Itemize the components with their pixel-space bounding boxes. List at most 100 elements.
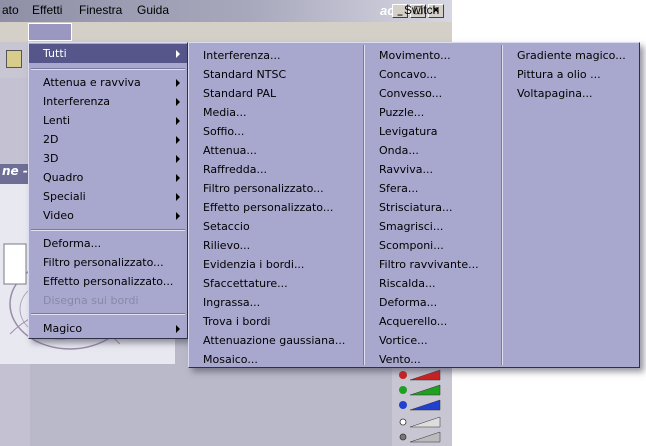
submenu-item[interactable]: Onda...: [379, 141, 419, 160]
submenu-item[interactable]: Media...: [203, 103, 247, 122]
red-channel-icon: [399, 369, 441, 381]
submenu-item[interactable]: Smagrisci...: [379, 217, 443, 236]
submenu-item[interactable]: Raffredda...: [203, 160, 267, 179]
submenu-item[interactable]: Evidenzia i bordi...: [203, 255, 304, 274]
submenu-item[interactable]: Attenuazione gaussiana...: [203, 331, 345, 350]
tutti-submenu: Interferenza... Standard NTSC Standard PAL…: [188, 42, 640, 368]
menu-item-effetto-personalizzato[interactable]: Effetto personalizzato...: [29, 272, 187, 291]
submenu-item[interactable]: Convesso...: [379, 84, 442, 103]
red-channel-slider[interactable]: [398, 369, 442, 381]
menu-item-label: Magico: [43, 322, 83, 335]
menu-item-video[interactable]: Video: [29, 206, 187, 225]
submenu-arrow-icon: [176, 193, 180, 201]
submenu-item[interactable]: Pittura a olio ...: [517, 65, 601, 84]
menu-file-partial[interactable]: ato: [2, 3, 19, 17]
menu-item-label: Quadro: [43, 171, 84, 184]
submenu-arrow-icon: [176, 136, 180, 144]
menu-item-lenti[interactable]: Lenti: [29, 111, 187, 130]
menu-item-label: Interferenza: [43, 95, 110, 108]
blue-channel-slider[interactable]: [398, 399, 442, 411]
submenu-item[interactable]: Levigatura: [379, 122, 438, 141]
contrast-slider[interactable]: [398, 431, 442, 443]
menu-guida[interactable]: Guida: [137, 3, 169, 17]
submenu-item[interactable]: Deforma...: [379, 293, 437, 312]
minimize-icon: _: [397, 5, 403, 16]
submenu-item[interactable]: Filtro ravvivante...: [379, 255, 479, 274]
title-bar[interactable]: act SE: [0, 0, 452, 22]
submenu-item[interactable]: Ingrassa...: [203, 293, 260, 312]
menu-item-label: Filtro personalizzato...: [43, 256, 164, 269]
submenu-item[interactable]: Setaccio: [203, 217, 250, 236]
submenu-arrow-icon: [176, 117, 180, 125]
submenu-item[interactable]: Attenua...: [203, 141, 257, 160]
green-channel-slider[interactable]: [398, 384, 442, 396]
menu-finestra[interactable]: Finestra: [79, 3, 122, 17]
green-channel-icon: [399, 384, 441, 396]
brightness-slider[interactable]: [398, 416, 442, 428]
submenu-item[interactable]: Voltapagina...: [517, 84, 592, 103]
submenu-item[interactable]: Riscalda...: [379, 274, 436, 293]
menu-item-magico[interactable]: Magico: [29, 319, 187, 338]
submenu-item[interactable]: Strisciatura...: [379, 198, 453, 217]
submenu-arrow-icon: [176, 50, 180, 58]
submenu-column-2: Movimento... Concavo... Convesso... Puzzle.…: [365, 43, 501, 367]
menu-item-speciali[interactable]: Speciali: [29, 187, 187, 206]
submenu-arrow-icon: [176, 325, 180, 333]
menu-item-label: Lenti: [43, 114, 71, 127]
menu-item-disegna-sui-bordi: Disegna sui bordi: [29, 291, 187, 310]
menu-effetti[interactable]: Effetti: [32, 3, 62, 17]
submenu-item[interactable]: Standard PAL: [203, 84, 276, 103]
submenu-item[interactable]: Movimento...: [379, 46, 451, 65]
submenu-column-1: Interferenza... Standard NTSC Standard PAL…: [189, 43, 363, 367]
submenu-item[interactable]: Puzzle...: [379, 103, 424, 122]
submenu-item[interactable]: Mosaico...: [203, 350, 258, 369]
submenu-item[interactable]: Filtro personalizzato...: [203, 179, 324, 198]
switch-button[interactable]: Switch: [404, 3, 439, 17]
menu-item-label: Tutti: [43, 47, 67, 60]
menu-item-2d[interactable]: 2D: [29, 130, 187, 149]
menu-separator: [31, 68, 185, 70]
menu-item-3d[interactable]: 3D: [29, 149, 187, 168]
submenu-item[interactable]: Effetto personalizzato...: [203, 198, 333, 217]
paste-icon[interactable]: [6, 50, 22, 68]
submenu-item[interactable]: Ravviva...: [379, 160, 433, 179]
submenu-item[interactable]: Vento...: [379, 350, 421, 369]
menu-separator: [31, 313, 185, 315]
submenu-arrow-icon: [176, 79, 180, 87]
brightness-icon: [399, 416, 441, 428]
menu-item-tutti[interactable]: Tutti: [29, 44, 187, 63]
submenu-item[interactable]: Rilievo...: [203, 236, 250, 255]
submenu-arrow-icon: [176, 174, 180, 182]
document-title-bar[interactable]: ne -: [0, 164, 30, 184]
submenu-item[interactable]: Interferenza...: [203, 46, 280, 65]
submenu-item[interactable]: Soffio...: [203, 122, 244, 141]
submenu-item[interactable]: Gradiente magico...: [517, 46, 626, 65]
menu-item-label: 2D: [43, 133, 59, 146]
menu-item-label: 3D: [43, 152, 59, 165]
blue-channel-icon: [399, 399, 441, 411]
submenu-item[interactable]: Standard NTSC: [203, 65, 286, 84]
contrast-icon: [399, 431, 441, 443]
submenu-item[interactable]: Trova i bordi: [203, 312, 271, 331]
effetti-menu: Tutti Attenua e ravviva Interferenza Len…: [28, 42, 188, 339]
submenu-item[interactable]: Concavo...: [379, 65, 437, 84]
submenu-item[interactable]: Acquerello...: [379, 312, 447, 331]
submenu-item[interactable]: Sfaccettature...: [203, 274, 288, 293]
submenu-item[interactable]: Sfera...: [379, 179, 418, 198]
menu-item-attenua-e-ravviva[interactable]: Attenua e ravviva: [29, 73, 187, 92]
menu-effetti-highlight: [28, 23, 72, 41]
submenu-item[interactable]: Vortice...: [379, 331, 428, 350]
menu-item-quadro[interactable]: Quadro: [29, 168, 187, 187]
submenu-arrow-icon: [176, 155, 180, 163]
menu-item-label: Video: [43, 209, 74, 222]
submenu-arrow-icon: [176, 98, 180, 106]
menu-item-filtro-personalizzato[interactable]: Filtro personalizzato...: [29, 253, 187, 272]
menu-item-interferenza[interactable]: Interferenza: [29, 92, 187, 111]
menu-item-deforma[interactable]: Deforma...: [29, 234, 187, 253]
menu-separator: [31, 229, 185, 231]
menu-item-label: Deforma...: [43, 237, 102, 250]
submenu-item[interactable]: Scomponi...: [379, 236, 444, 255]
submenu-column-3: Gradiente magico... Pittura a olio ... Vol…: [503, 43, 639, 367]
menu-item-label: Speciali: [43, 190, 86, 203]
menu-item-label: Effetto personalizzato...: [43, 275, 174, 288]
